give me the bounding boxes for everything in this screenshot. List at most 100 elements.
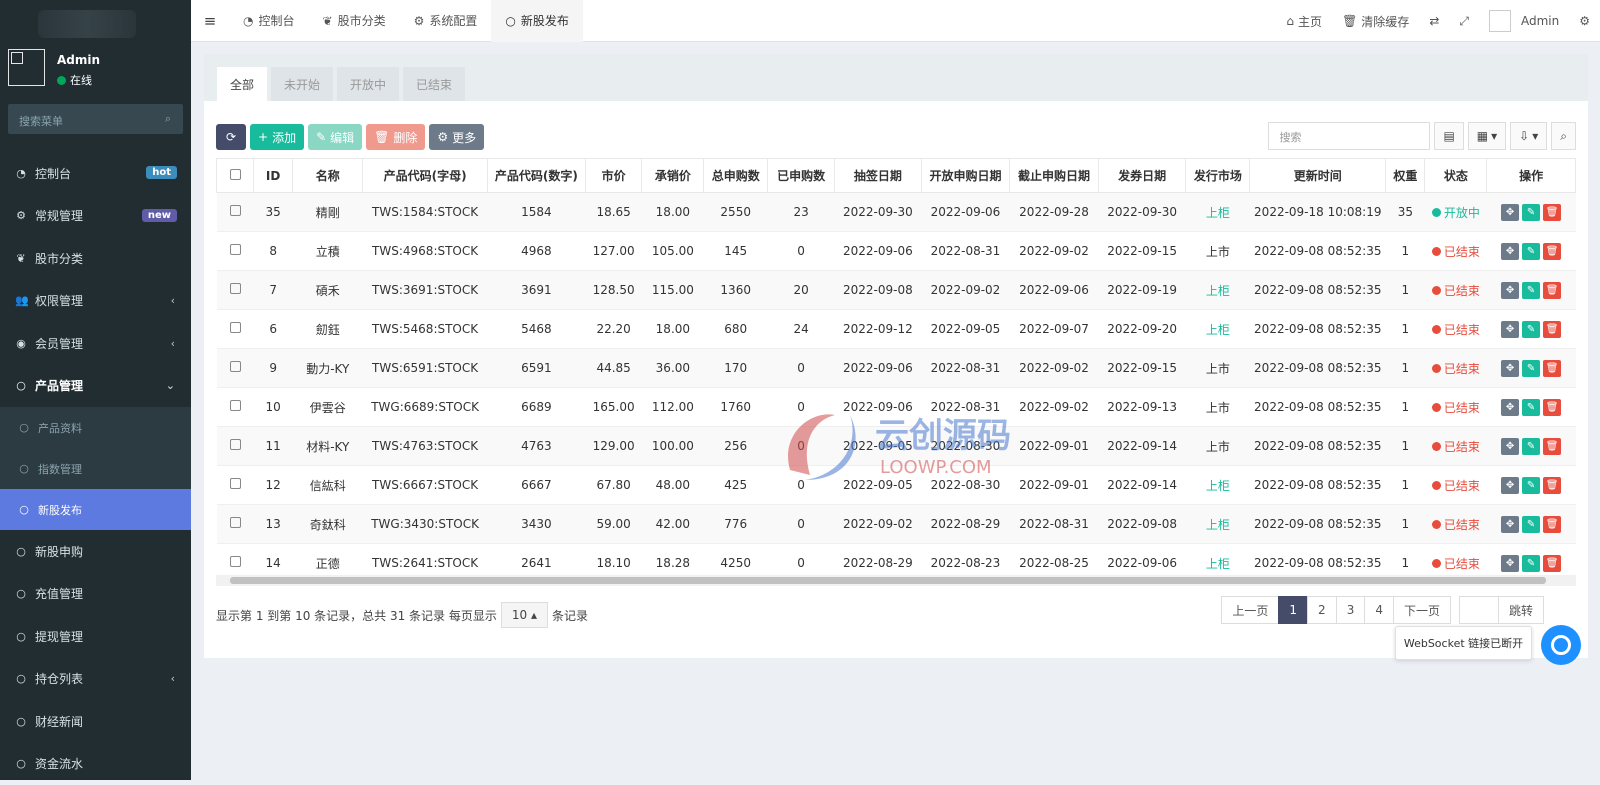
page-size-select[interactable]: 10 ▴ [501,602,548,628]
delete-button[interactable]: 🗑删除 [366,124,425,150]
row-checkbox[interactable] [230,439,241,450]
menu-search-input[interactable]: 搜索菜单⌕ [8,104,183,134]
scrollbar-thumb[interactable] [230,577,1546,584]
filter-tab-2[interactable]: 开放中 [337,67,399,101]
next-page-button[interactable]: 下一页 [1393,596,1451,624]
translate-icon[interactable]: ⇄ [1419,0,1449,42]
move-icon[interactable]: ✥ [1501,204,1519,221]
edit-icon[interactable]: ✎ [1522,321,1540,338]
sidebar-item-4[interactable]: ◉会员管理‹ [0,322,191,365]
sidebar-item2-1[interactable]: ○充值管理 [0,573,191,616]
page-button-3[interactable]: 3 [1336,596,1366,624]
more-button[interactable]: ⚙更多 [429,124,484,150]
table-row[interactable]: 11材料-KYTWS:4763:STOCK4763129.00100.00256… [217,427,1576,466]
row-checkbox[interactable] [230,556,241,567]
filter-tab-1[interactable]: 未开始 [271,67,333,101]
edit-icon[interactable]: ✎ [1522,360,1540,377]
sidebar-toggle-icon[interactable]: ≡ [191,12,229,30]
clear-cache-button[interactable]: 🗑清除缓存 [1332,0,1419,42]
edit-icon[interactable]: ✎ [1522,477,1540,494]
delete-icon[interactable]: 🗑 [1543,555,1561,572]
delete-icon[interactable]: 🗑 [1543,321,1561,338]
search-icon[interactable]: ⌕ [165,112,171,126]
row-checkbox[interactable] [230,478,241,489]
edit-icon[interactable]: ✎ [1522,516,1540,533]
chat-button[interactable] [1541,625,1581,665]
export-button[interactable]: ⇩▾ [1510,122,1547,150]
edit-icon[interactable]: ✎ [1522,282,1540,299]
move-icon[interactable]: ✥ [1501,516,1519,533]
delete-icon[interactable]: 🗑 [1543,204,1561,221]
delete-icon[interactable]: 🗑 [1543,282,1561,299]
sidebar-subitem-2[interactable]: ○新股发布 [0,489,191,530]
table-search-input[interactable]: 搜索 [1268,122,1430,150]
table-row[interactable]: 12信紘科TWS:6667:STOCK666767.8048.004250202… [217,466,1576,505]
edit-icon[interactable]: ✎ [1522,555,1540,572]
edit-icon[interactable]: ✎ [1522,399,1540,416]
horizontal-scrollbar[interactable] [216,575,1576,586]
page-button-4[interactable]: 4 [1364,596,1394,624]
sidebar-item-1[interactable]: ⚙常规管理new [0,195,191,238]
move-icon[interactable]: ✥ [1501,360,1519,377]
edit-icon[interactable]: ✎ [1522,243,1540,260]
edit-icon[interactable]: ✎ [1522,204,1540,221]
filter-tab-0[interactable]: 全部 [217,67,267,101]
fullscreen-icon[interactable]: ⤢ [1449,0,1479,42]
home-link[interactable]: ⌂主页 [1276,0,1332,42]
advanced-search-button[interactable]: ⌕ [1551,122,1576,150]
sidebar-subitem-0[interactable]: ○产品资料 [0,407,191,448]
row-checkbox[interactable] [230,244,241,255]
sidebar-item-5[interactable]: ○产品管理⌄ [0,365,191,408]
filter-tab-3[interactable]: 已结束 [403,67,465,101]
page-button-2[interactable]: 2 [1307,596,1337,624]
delete-icon[interactable]: 🗑 [1543,243,1561,260]
sidebar-item-2[interactable]: ❦股市分类 [0,237,191,280]
edit-icon[interactable]: ✎ [1522,438,1540,455]
table-row[interactable]: 7碩禾TWS:3691:STOCK3691128.50115.001360202… [217,271,1576,310]
move-icon[interactable]: ✥ [1501,555,1519,572]
sidebar-item2-0[interactable]: ○新股申购 [0,530,191,573]
delete-icon[interactable]: 🗑 [1543,477,1561,494]
move-icon[interactable]: ✥ [1501,399,1519,416]
row-checkbox[interactable] [230,517,241,528]
sidebar-item-0[interactable]: ◔控制台hot [0,152,191,195]
table-row[interactable]: 9動力-KYTWS:6591:STOCK659144.8536.00170020… [217,349,1576,388]
row-checkbox[interactable] [230,205,241,216]
move-icon[interactable]: ✥ [1501,438,1519,455]
delete-icon[interactable]: 🗑 [1543,516,1561,533]
header-tab-3[interactable]: ○新股发布 [491,0,583,42]
row-checkbox[interactable] [230,361,241,372]
sidebar-item2-5[interactable]: ○资金流水 [0,743,191,785]
delete-icon[interactable]: 🗑 [1543,438,1561,455]
jump-button[interactable]: 跳转 [1498,596,1544,624]
row-checkbox[interactable] [230,400,241,411]
table-row[interactable]: 8立積TWS:4968:STOCK4968127.00105.001450202… [217,232,1576,271]
jump-page-input[interactable] [1459,596,1499,624]
table-row[interactable]: 10伊雲谷TWG:6689:STOCK6689165.00112.0017600… [217,388,1576,427]
edit-button[interactable]: ✎编辑 [308,124,362,150]
sidebar-item2-3[interactable]: ○持仓列表‹ [0,658,191,701]
row-checkbox[interactable] [230,283,241,294]
sidebar-item2-4[interactable]: ○财经新闻 [0,700,191,743]
header-tab-0[interactable]: ◔控制台 [229,0,309,42]
delete-icon[interactable]: 🗑 [1543,360,1561,377]
move-icon[interactable]: ✥ [1501,243,1519,260]
sidebar-item2-2[interactable]: ○提现管理 [0,615,191,658]
table-row[interactable]: 35精剛TWS:1584:STOCK158418.6518.0025502320… [217,193,1576,232]
prev-page-button[interactable]: 上一页 [1221,596,1279,624]
columns-button[interactable]: ▦▾ [1468,122,1506,150]
row-checkbox[interactable] [230,322,241,333]
move-icon[interactable]: ✥ [1501,477,1519,494]
move-icon[interactable]: ✥ [1501,321,1519,338]
header-tab-2[interactable]: ⚙系统配置 [400,0,492,42]
move-icon[interactable]: ✥ [1501,282,1519,299]
header-tab-1[interactable]: ❦股市分类 [309,0,400,42]
sidebar-item-3[interactable]: 👥权限管理‹ [0,280,191,323]
page-button-1[interactable]: 1 [1278,596,1308,624]
settings-gear-icon[interactable]: ⚙ [1569,0,1600,42]
table-row[interactable]: 6劎鈺TWS:5468:STOCK546822.2018.00680242022… [217,310,1576,349]
user-menu[interactable]: Admin [1479,0,1569,42]
refresh-button[interactable]: ⟳ [216,124,246,150]
select-all-checkbox[interactable] [230,169,241,180]
table-row[interactable]: 13奇鈦科TWG:3430:STOCK343059.0042.007760202… [217,505,1576,544]
